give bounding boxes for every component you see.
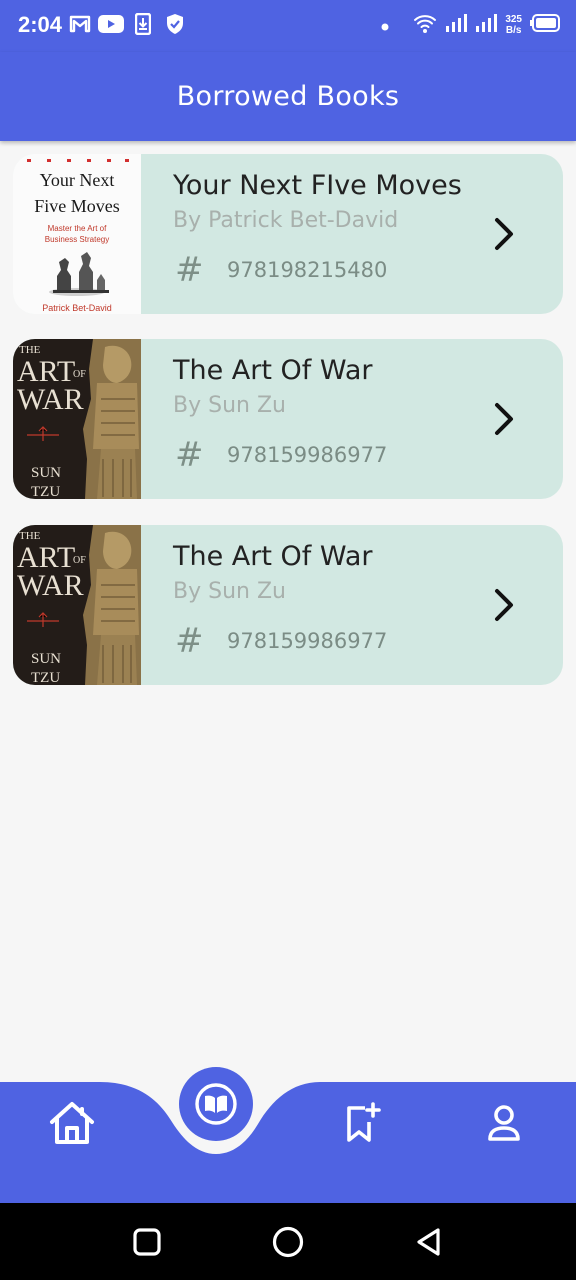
cover-tzu: TZU: [31, 670, 60, 685]
shield-icon: [164, 12, 186, 36]
home-icon: [50, 1102, 94, 1144]
home-circle-icon[interactable]: [272, 1226, 304, 1262]
cover-subtitle-line2: Business Strategy: [45, 235, 109, 244]
user-icon: [488, 1105, 520, 1141]
chevron-right-icon[interactable]: [487, 583, 521, 627]
back-icon[interactable]: [414, 1227, 444, 1261]
book-icon: [195, 1083, 237, 1125]
page-title: Borrowed Books: [176, 81, 400, 112]
chevron-right-icon[interactable]: [487, 212, 521, 256]
bookmark-add-icon: [347, 1102, 381, 1142]
cover-war: WAR: [17, 569, 84, 602]
cover-author: Patrick Bet-David: [42, 303, 112, 313]
battery-icon: [530, 14, 560, 36]
book-title: The Art Of War: [173, 541, 373, 572]
hash-icon: #: [175, 435, 204, 475]
book-cover: THE ART OF WAR SUN TZU: [13, 339, 141, 499]
cover-of: OF: [73, 369, 86, 380]
book-cover: THE ART OF WAR SUN TZU: [13, 525, 141, 685]
book-isbn: 978159986977: [227, 443, 388, 467]
download-icon: [134, 12, 152, 36]
book-isbn: 978159986977: [227, 629, 388, 653]
hash-icon: #: [175, 621, 204, 661]
dot-icon: [381, 16, 389, 35]
status-bar: 2:04 325 B/s: [0, 0, 576, 52]
book-author: By Sun Zu: [173, 579, 286, 604]
cover-tzu: TZU: [31, 484, 60, 499]
nav-home[interactable]: [44, 1098, 100, 1148]
cover-sun: SUN: [31, 651, 61, 667]
nav-borrowed-books[interactable]: [179, 1067, 253, 1141]
book-cover: Your Next Five Moves Master the Art of B…: [13, 154, 141, 314]
chevron-right-icon[interactable]: [487, 397, 521, 441]
cover-war: WAR: [17, 383, 84, 416]
wifi-icon: [413, 12, 437, 38]
status-time: 2:04: [18, 12, 63, 37]
cover-subtitle-line1: Master the Art of: [48, 224, 107, 233]
gmail-icon: [68, 12, 92, 36]
book-title: The Art Of War: [173, 355, 373, 386]
network-speed: 325 B/s: [505, 14, 522, 36]
nav-bookmark-add[interactable]: [336, 1100, 386, 1146]
app-bar: Borrowed Books: [0, 52, 576, 141]
bottom-navigation: [0, 1082, 576, 1203]
hash-icon: #: [175, 250, 204, 290]
book-card[interactable]: THE ART OF WAR SUN TZU The Art Of War By…: [13, 339, 563, 499]
nav-profile[interactable]: [480, 1100, 528, 1146]
cover-of: OF: [73, 555, 86, 566]
recent-apps-icon[interactable]: [133, 1228, 161, 1260]
book-card[interactable]: Your Next Five Moves Master the Art of B…: [13, 154, 563, 314]
book-title: Your Next FIve Moves: [173, 170, 462, 201]
network-speed-value: 325: [505, 14, 522, 25]
book-isbn: 978198215480: [227, 258, 388, 282]
cover-sun: SUN: [31, 465, 61, 481]
book-author: By Patrick Bet-David: [173, 208, 399, 233]
system-navigation-bar: [0, 1203, 576, 1280]
cover-title-line2: Five Moves: [34, 196, 120, 216]
book-card[interactable]: THE ART OF WAR SUN TZU The Art Of War By…: [13, 525, 563, 685]
book-author: By Sun Zu: [173, 393, 286, 418]
signal-icon: [445, 13, 468, 37]
signal-icon: [475, 13, 498, 37]
cover-title-line1: Your Next: [40, 170, 115, 190]
network-speed-unit: B/s: [505, 25, 522, 36]
youtube-icon: [98, 12, 124, 36]
